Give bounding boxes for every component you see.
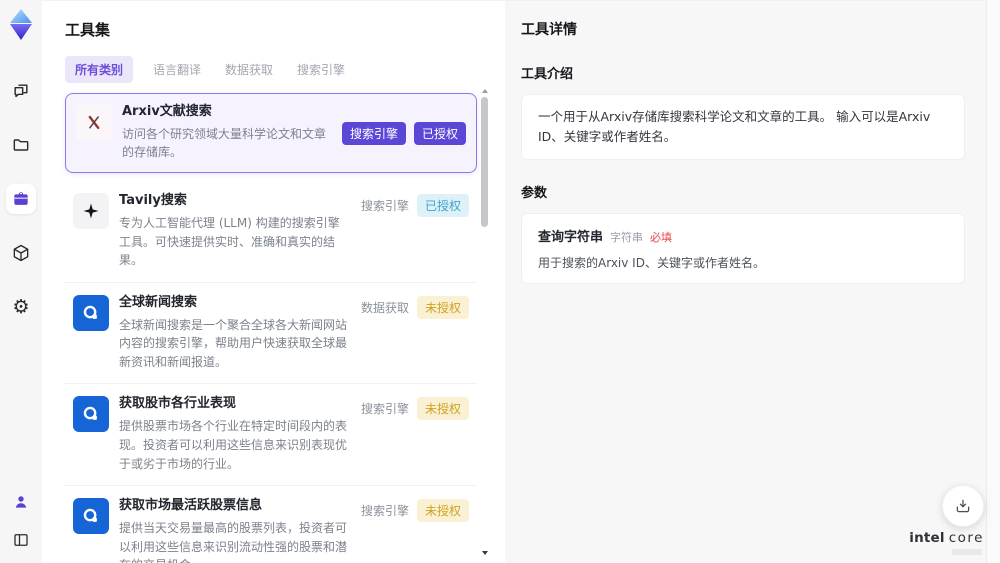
brand-sub-bar [952, 549, 982, 555]
tool-card[interactable]: 全球新闻搜索 全球新闻搜索是一个聚合全球各大新闻网站内容的搜索引擎，帮助用户快速… [65, 282, 477, 385]
tool-auth-badge: 未授权 [416, 499, 469, 523]
tool-card[interactable]: 获取市场最活跃股票信息 提供当天交易量最高的股票列表，投资者可以利用这些信息来识… [65, 486, 477, 563]
tool-name: Arxiv文献搜索 [122, 104, 212, 119]
tool-tags: 搜索引擎 未授权 [361, 498, 469, 563]
tool-auth-badge: 未授权 [416, 295, 469, 319]
sidebar-nav: ⚙ [6, 76, 36, 322]
tool-category-tag: 搜索引擎 [360, 504, 409, 519]
tool-info: 全球新闻搜索 全球新闻搜索是一个聚合全球各大新闻网站内容的搜索引擎，帮助用户快速… [119, 295, 351, 372]
param-description: 用于搜索的Arxiv ID、关键字或作者姓名。 [538, 256, 765, 270]
scrollbar-thumb[interactable] [481, 97, 488, 227]
tool-tags: 搜索引擎 未授权 [361, 396, 469, 473]
settings-gear-icon[interactable]: ⚙ [6, 292, 36, 322]
category-tab[interactable]: 语言翻译 [149, 56, 205, 83]
tool-description: 提供当天交易量最高的股票列表，投资者可以利用这些信息来识别流动性强的股票和潜在的… [119, 520, 348, 563]
tool-card[interactable]: Arxiv文献搜索 访问各个研究领域大量科学论文和文章的存储库。 搜索引擎 已授… [65, 93, 477, 174]
tool-info: 获取股市各行业表现 提供股票市场各个行业在特定时间段内的表现。投资者可以利用这些… [119, 396, 351, 473]
tool-auth-badge: 未授权 [416, 397, 469, 421]
folder-icon[interactable] [6, 130, 36, 160]
tool-description: 专为人工智能代理 (LLM) 构建的搜索引擎工具。可快速提供实时、准确和真实的结… [119, 215, 340, 268]
window-scrollbar-track[interactable] [986, 0, 1000, 563]
tool-card[interactable]: 获取股市各行业表现 提供股票市场各个行业在特定时间段内的表现。投资者可以利用这些… [65, 384, 477, 487]
user-avatar-icon[interactable] [8, 489, 34, 515]
tool-auth-badge: 已授权 [416, 194, 469, 218]
category-tab[interactable]: 搜索引擎 [293, 56, 349, 83]
tool-card[interactable]: Tavily搜索 专为人工智能代理 (LLM) 构建的搜索引擎工具。可快速提供实… [65, 181, 477, 283]
detail-title: 工具详情 [521, 22, 577, 38]
tool-list: Arxiv文献搜索 访问各个研究领域大量科学论文和文章的存储库。 搜索引擎 已授… [65, 93, 477, 563]
param-row: 查询字符串 字符串 必填 用于搜索的Arxiv ID、关键字或作者姓名。 [538, 226, 948, 271]
category-tab[interactable]: 所有类别 [65, 56, 134, 83]
intro-card: 一个用于从Arxiv存储库搜索科学论文和文章的工具。 输入可以是Arxiv ID… [521, 94, 965, 160]
blue-search-icon [73, 396, 109, 433]
blue-search-icon [73, 294, 109, 331]
tool-name: Tavily搜索 [119, 193, 187, 209]
chat-icon[interactable] [6, 76, 36, 106]
intel-core-logo: intel core [909, 531, 984, 555]
tool-description: 访问各个研究领域大量科学论文和文章的存储库。 [122, 126, 327, 160]
params-card: 查询字符串 字符串 必填 用于搜索的Arxiv ID、关键字或作者姓名。 [521, 213, 965, 284]
arxiv-logo-icon [76, 104, 112, 140]
tool-description: 提供股票市场各个行业在特定时间段内的表现。投资者可以利用这些信息来识别表现优于或… [119, 419, 348, 471]
intel-wordmark: intel [909, 530, 945, 547]
param-required-flag: 必填 [650, 231, 673, 244]
download-button[interactable] [942, 485, 984, 527]
tool-info: Arxiv文献搜索 访问各个研究领域大量科学论文和文章的存储库。 [122, 104, 332, 162]
tool-name: 全球新闻搜索 [119, 294, 198, 310]
scroll-down-arrow-icon[interactable] [482, 551, 488, 555]
intro-text: 一个用于从Arxiv存储库搜索科学论文和文章的工具。 输入可以是Arxiv ID… [538, 109, 931, 144]
app-window: ⚙ 工具集 所有类别 语言翻译 数据获取 搜索引擎 Arxiv文献搜索 访问各个… [0, 0, 1000, 563]
tool-info: 获取市场最活跃股票信息 提供当天交易量最高的股票列表，投资者可以利用这些信息来识… [119, 498, 351, 563]
sidebar: ⚙ [0, 0, 42, 563]
collapse-panel-icon[interactable] [8, 527, 34, 553]
param-name: 查询字符串 [538, 230, 604, 245]
tool-tags: 搜索引擎 已授权 [341, 121, 466, 146]
tool-category-tag: 搜索引擎 [360, 402, 409, 417]
tavily-star-icon [73, 193, 109, 230]
param-type: 字符串 [610, 231, 644, 244]
blue-search-icon [73, 498, 109, 535]
tool-category-tag: 搜索引擎 [360, 199, 409, 214]
tool-name: 获取市场最活跃股票信息 [119, 498, 263, 514]
scroll-up-arrow-icon[interactable] [482, 89, 488, 93]
tool-tags: 数据获取 未授权 [361, 295, 469, 372]
sidebar-bottom [8, 489, 34, 553]
tool-description: 全球新闻搜索是一个聚合全球各大新闻网站内容的搜索引擎，帮助用户快速获取全球最新资… [119, 317, 348, 369]
tool-list-pane: 工具集 所有类别 语言翻译 数据获取 搜索引擎 Arxiv文献搜索 访问各个研究领域大… [42, 0, 505, 563]
tool-detail-panel: 工具详情 工具介绍 一个用于从Arxiv存储库搜索科学论文和文章的工具。 输入可… [505, 0, 1000, 563]
core-wordmark: core [948, 530, 984, 547]
params-heading: 参数 [521, 186, 548, 201]
app-logo-icon[interactable] [6, 8, 36, 42]
tool-category-tag: 数据获取 [360, 300, 409, 315]
category-tab[interactable]: 数据获取 [221, 56, 277, 83]
tool-name: 获取股市各行业表现 [119, 396, 237, 412]
toolbox-icon[interactable] [6, 184, 36, 214]
intro-heading: 工具介绍 [521, 67, 574, 82]
list-scrollbar[interactable] [481, 89, 489, 557]
package-icon[interactable] [6, 238, 36, 268]
tool-category-tag: 搜索引擎 [341, 122, 406, 146]
page-title: 工具集 [65, 21, 111, 39]
tool-auth-badge: 已授权 [413, 122, 466, 146]
tool-tags: 搜索引擎 已授权 [361, 193, 469, 270]
category-tabs: 所有类别 语言翻译 数据获取 搜索引擎 [65, 56, 479, 83]
tool-info: Tavily搜索 专为人工智能代理 (LLM) 构建的搜索引擎工具。可快速提供实… [119, 193, 351, 270]
